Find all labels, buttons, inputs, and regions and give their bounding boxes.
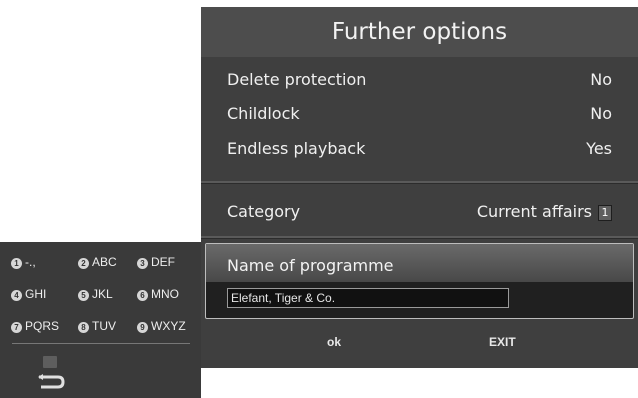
key-chars: DEF bbox=[151, 255, 175, 269]
category-row[interactable]: Category Current affairs 1 bbox=[227, 197, 612, 227]
further-options-menu: Further options Delete protection No Chi… bbox=[201, 7, 638, 368]
key-chars: WXYZ bbox=[151, 319, 186, 333]
key-chars: GHI bbox=[25, 287, 47, 301]
key-2[interactable]: 2 ABC bbox=[78, 255, 117, 269]
key-chars: ABC bbox=[92, 255, 117, 269]
key-7[interactable]: 7 PQRS bbox=[11, 319, 59, 333]
key-number: 2 bbox=[78, 258, 89, 269]
menu-title: Further options bbox=[201, 7, 638, 57]
ok-button[interactable]: ok bbox=[327, 335, 341, 349]
key-8[interactable]: 8 TUV bbox=[78, 319, 116, 333]
key-number: 3 bbox=[137, 258, 148, 269]
category-number-badge: 1 bbox=[598, 204, 612, 221]
key-chars: MNO bbox=[151, 287, 179, 301]
key-chars: PQRS bbox=[25, 319, 60, 333]
key-chars: TUV bbox=[92, 319, 116, 333]
key-number: 6 bbox=[137, 290, 148, 301]
key-4[interactable]: 4 GHI bbox=[11, 287, 46, 301]
key-number: 7 bbox=[11, 322, 22, 333]
delete-protection-row[interactable]: Delete protection No bbox=[227, 65, 612, 95]
childlock-row[interactable]: Childlock No bbox=[227, 99, 612, 129]
exit-button[interactable]: EXIT bbox=[489, 335, 516, 349]
row-label: Childlock bbox=[227, 104, 300, 123]
keypad-divider bbox=[12, 343, 190, 344]
name-label: Name of programme bbox=[227, 256, 394, 275]
key-number: 8 bbox=[78, 322, 89, 333]
key-chars: JKL bbox=[92, 287, 113, 301]
row-value: Current affairs 1 bbox=[477, 197, 612, 227]
row-value: No bbox=[590, 104, 612, 123]
key-number: 1 bbox=[11, 258, 22, 269]
programme-name-input[interactable]: Elefant, Tiger & Co. bbox=[227, 288, 509, 308]
button-bar: ok EXIT bbox=[201, 323, 638, 368]
key-1[interactable]: 1 -., bbox=[11, 255, 36, 269]
key-chars: -., bbox=[25, 255, 36, 269]
row-value: Yes bbox=[586, 139, 612, 158]
divider bbox=[201, 181, 638, 184]
row-label: Category bbox=[227, 202, 301, 221]
key-3[interactable]: 3 DEF bbox=[137, 255, 175, 269]
key-number: 4 bbox=[11, 290, 22, 301]
key-9[interactable]: 9 WXYZ bbox=[137, 319, 186, 333]
square-key-icon bbox=[43, 356, 57, 368]
key-number: 9 bbox=[137, 322, 148, 333]
endless-playback-row[interactable]: Endless playback Yes bbox=[227, 134, 612, 164]
key-5[interactable]: 5 JKL bbox=[78, 287, 113, 301]
row-label: Endless playback bbox=[227, 139, 366, 158]
back-arrow-icon[interactable] bbox=[36, 373, 66, 391]
divider bbox=[201, 236, 638, 239]
key-number: 5 bbox=[78, 290, 89, 301]
category-value: Current affairs bbox=[476, 202, 592, 221]
key-6[interactable]: 6 MNO bbox=[137, 287, 179, 301]
row-value: No bbox=[590, 70, 612, 89]
name-of-programme-row[interactable]: Name of programme Elefant, Tiger & Co. bbox=[205, 243, 634, 319]
row-label: Delete protection bbox=[227, 70, 367, 89]
text-entry-keypad: 1 -., 2 ABC 3 DEF 4 GHI 5 JKL 6 MNO 7 PQRS 8 TUV… bbox=[0, 242, 201, 398]
